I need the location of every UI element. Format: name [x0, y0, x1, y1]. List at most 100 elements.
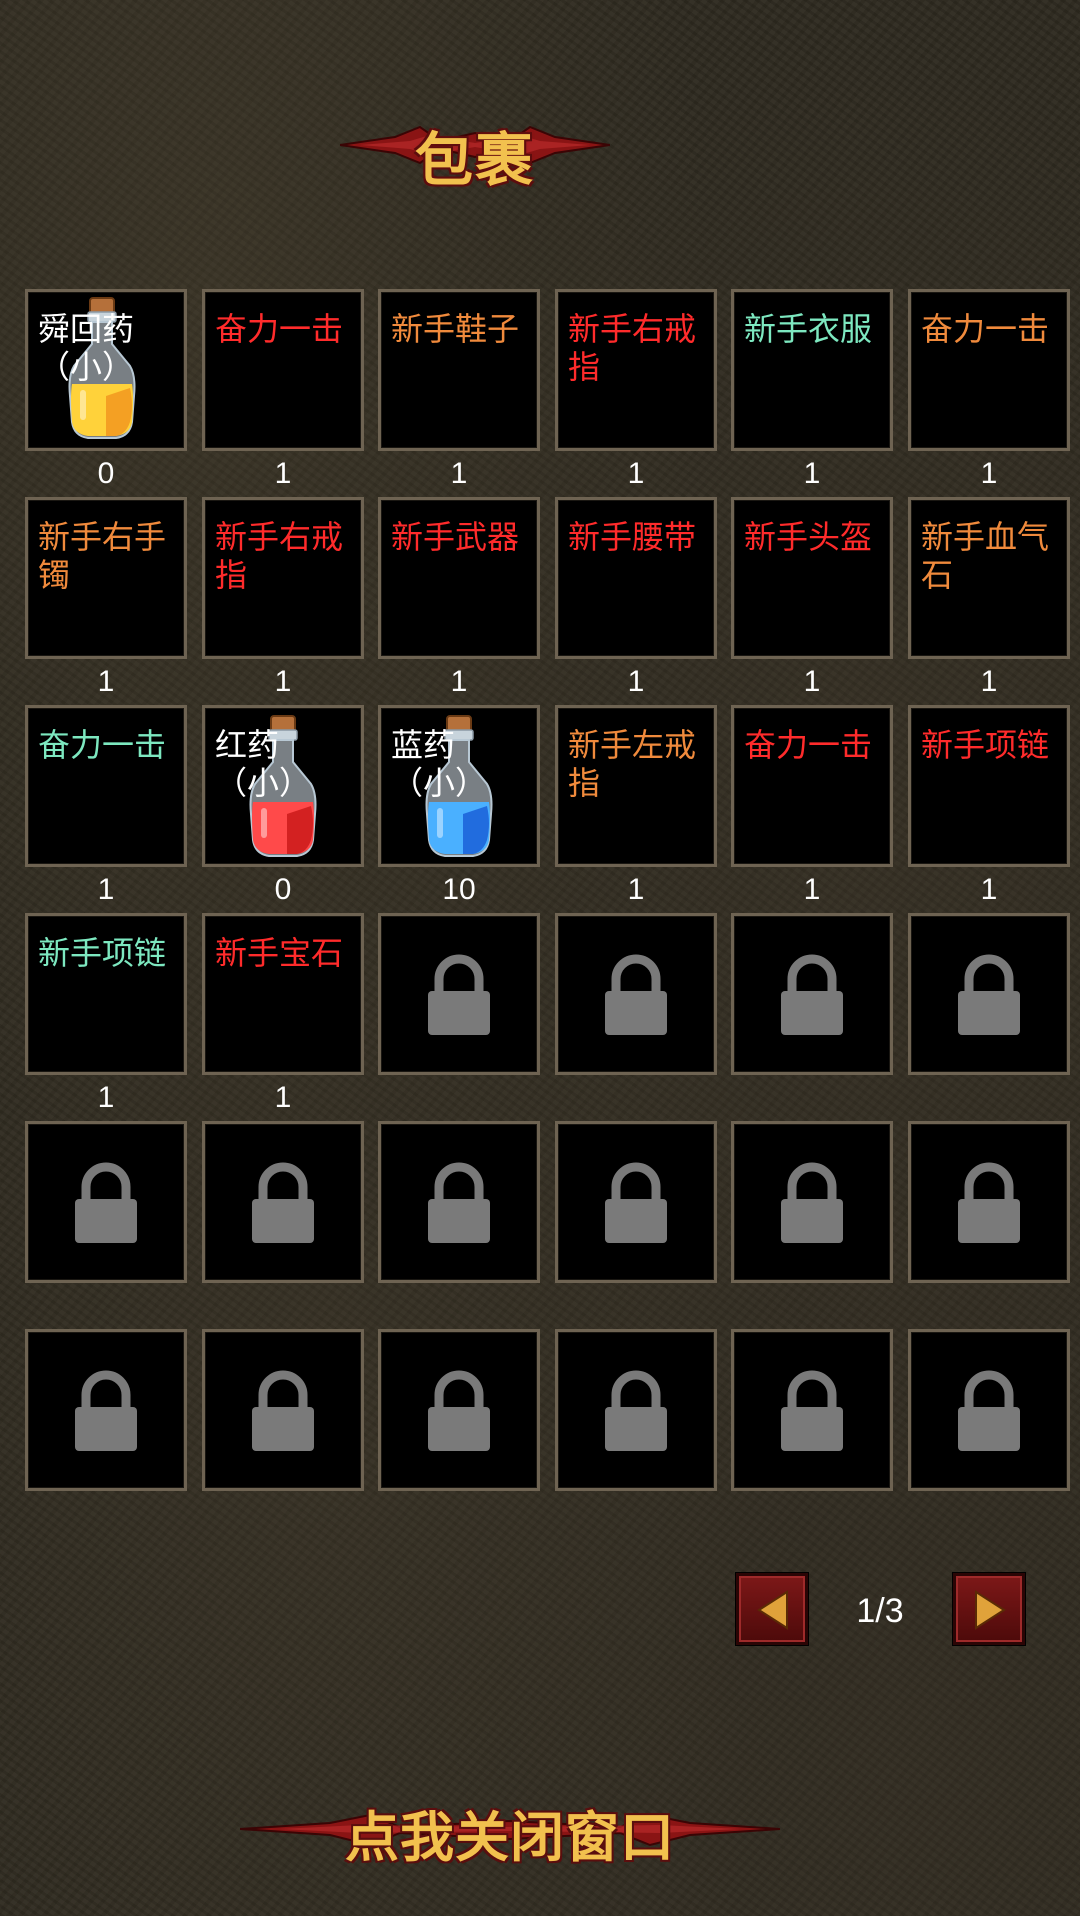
slot-frame	[202, 1121, 364, 1283]
slot-frame: 舜回药（小）	[25, 289, 187, 451]
inventory-slot[interactable]: 新手衣服 1	[731, 289, 893, 490]
inventory-slot[interactable]: 新手左戒指 1	[555, 705, 717, 906]
inventory-slot[interactable]: 新手武器 1	[378, 497, 540, 698]
locked-slot[interactable]	[731, 1329, 893, 1491]
slot-frame: 新手右戒指	[555, 289, 717, 451]
inventory-slot[interactable]: 新手右手镯 1	[25, 497, 187, 698]
locked-slot[interactable]	[378, 913, 540, 1075]
item-quantity: 0	[274, 873, 292, 906]
slot-frame: 奋力一击	[202, 289, 364, 451]
slot-frame: 蓝药（小）	[378, 705, 540, 867]
close-window-button[interactable]: 点我关闭窗口	[240, 1785, 780, 1875]
slot-frame	[908, 1121, 1070, 1283]
slot-frame	[555, 913, 717, 1075]
item-name: 奋力一击	[38, 726, 167, 764]
slot-frame	[731, 913, 893, 1075]
inventory-slot[interactable]: 奋力一击 1	[731, 705, 893, 906]
locked-slot[interactable]	[555, 1329, 717, 1491]
locked-slot[interactable]	[202, 1121, 364, 1283]
item-name: 新手头盔	[744, 518, 873, 556]
slot-frame	[908, 1329, 1070, 1491]
locked-slot[interactable]	[25, 1121, 187, 1283]
inventory-slot[interactable]: 奋力一击 1	[908, 289, 1070, 490]
item-quantity: 1	[627, 665, 645, 698]
item-quantity: 1	[97, 873, 115, 906]
left-arrow-icon	[757, 1590, 788, 1630]
item-quantity: 0	[97, 457, 115, 490]
slot-frame: 奋力一击	[25, 705, 187, 867]
inventory-slot[interactable]: 新手右戒指 1	[555, 289, 717, 490]
item-name: 新手腰带	[568, 518, 697, 556]
slot-frame	[378, 913, 540, 1075]
slot-frame: 红药（小）	[202, 705, 364, 867]
inventory-slot[interactable]: 新手腰带 1	[555, 497, 717, 698]
item-name: 新手衣服	[744, 310, 873, 348]
item-name: 新手右戒指	[215, 518, 344, 594]
item-quantity: 1	[803, 873, 821, 906]
page-title: 包裹	[414, 126, 535, 194]
lock-icon	[75, 1162, 137, 1243]
slot-frame: 奋力一击	[908, 289, 1070, 451]
item-quantity: 1	[980, 873, 998, 906]
inventory-slot[interactable]: 红药（小） 0	[202, 705, 364, 906]
item-name: 新手右手镯	[38, 518, 167, 594]
item-name: 蓝药（小）	[391, 726, 488, 802]
inventory-slot[interactable]: 新手宝石 1	[202, 913, 364, 1114]
inventory-slot[interactable]: 舜回药（小） 0	[25, 289, 187, 490]
slot-frame: 新手右手镯	[25, 497, 187, 659]
inventory-slot[interactable]: 新手项链 1	[908, 705, 1070, 906]
locked-slot[interactable]	[908, 1121, 1070, 1283]
slot-frame	[378, 1329, 540, 1491]
slot-frame	[25, 1121, 187, 1283]
item-name: 新手武器	[391, 518, 520, 556]
item-quantity: 1	[274, 665, 292, 698]
inventory-slot[interactable]: 新手右戒指 1	[202, 497, 364, 698]
lock-icon	[781, 1370, 843, 1451]
item-quantity: 1	[980, 665, 998, 698]
inventory-slot[interactable]: 新手血气石 1	[908, 497, 1070, 698]
locked-slot[interactable]	[378, 1121, 540, 1283]
lock-icon	[781, 954, 843, 1035]
item-quantity: 1	[803, 665, 821, 698]
inventory-slot[interactable]: 蓝药（小） 10	[378, 705, 540, 906]
locked-slot[interactable]	[555, 1121, 717, 1283]
prev-page-button[interactable]	[736, 1573, 808, 1645]
slot-frame	[555, 1121, 717, 1283]
lock-icon	[958, 1162, 1020, 1243]
lock-icon	[958, 954, 1020, 1035]
inventory-slot[interactable]: 奋力一击 1	[25, 705, 187, 906]
slot-frame	[378, 1121, 540, 1283]
inventory-slot[interactable]: 新手头盔 1	[731, 497, 893, 698]
locked-slot[interactable]	[731, 913, 893, 1075]
item-name: 新手项链	[38, 934, 167, 972]
locked-slot[interactable]	[731, 1121, 893, 1283]
inventory-slot[interactable]: 新手鞋子 1	[378, 289, 540, 490]
locked-slot[interactable]	[378, 1329, 540, 1491]
locked-slot[interactable]	[908, 1329, 1070, 1491]
item-name: 奋力一击	[215, 310, 344, 348]
item-name: 奋力一击	[744, 726, 873, 764]
locked-slot[interactable]	[555, 913, 717, 1075]
slot-frame	[25, 1329, 187, 1491]
slot-frame	[731, 1329, 893, 1491]
slot-frame: 新手武器	[378, 497, 540, 659]
page-indicator: 1/3	[856, 1592, 904, 1630]
locked-slot[interactable]	[25, 1329, 187, 1491]
lock-icon	[75, 1370, 137, 1451]
slot-frame	[731, 1121, 893, 1283]
locked-slot[interactable]	[202, 1329, 364, 1491]
item-quantity: 10	[442, 873, 476, 906]
inventory-slot[interactable]: 新手项链 1	[25, 913, 187, 1114]
item-name: 新手鞋子	[391, 310, 520, 348]
locked-slot[interactable]	[908, 913, 1070, 1075]
item-name: 新手右戒指	[568, 310, 697, 386]
inventory-slot[interactable]: 奋力一击 1	[202, 289, 364, 490]
lock-icon	[605, 954, 667, 1035]
item-name: 新手宝石	[215, 934, 344, 972]
slot-frame: 奋力一击	[731, 705, 893, 867]
next-page-button[interactable]	[953, 1573, 1025, 1645]
item-quantity: 1	[450, 665, 468, 698]
slot-frame: 新手衣服	[731, 289, 893, 451]
title-banner: 包裹	[340, 105, 610, 194]
item-quantity: 1	[274, 457, 292, 490]
